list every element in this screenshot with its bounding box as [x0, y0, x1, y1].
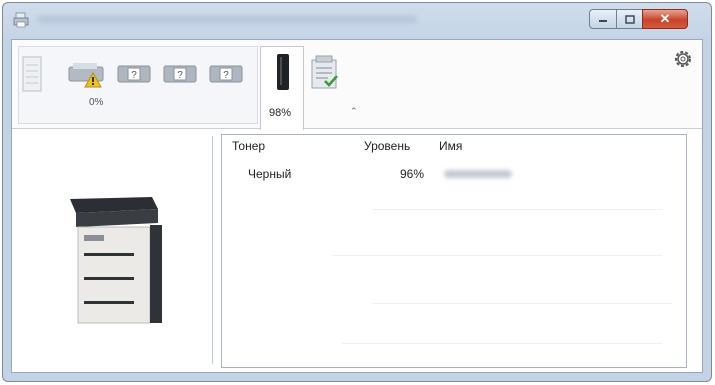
column-header-toner[interactable]: Тонер	[232, 139, 265, 153]
toner-cartridge-icon	[277, 54, 289, 90]
toner-tab[interactable]: 98%	[260, 46, 304, 130]
status-percent: 0%	[89, 97, 104, 108]
printer-status-tab[interactable]: ? ? ? 0%	[18, 46, 258, 124]
title-bar[interactable]: ✕	[3, 3, 711, 37]
svg-text:?: ?	[223, 70, 229, 81]
divider	[342, 343, 662, 344]
device-image-pane	[12, 129, 212, 372]
close-button[interactable]: ✕	[642, 9, 688, 29]
unknown-status-icon: ?	[163, 65, 197, 83]
toner-list: Тонер Уровень Имя Черный 96%	[221, 134, 687, 368]
maximize-button[interactable]	[616, 9, 643, 29]
job-list-icon	[311, 55, 338, 89]
unknown-status-icon: ?	[117, 65, 151, 83]
status-monitor-window: ✕ ? ? ? 0% 98% ⌃ Тонер Уровень Имя Черны…	[2, 2, 712, 382]
gear-icon[interactable]	[672, 48, 694, 70]
toner-level-cell: 96%	[400, 167, 425, 181]
divider	[332, 255, 662, 256]
job-list-tab[interactable]	[306, 46, 346, 124]
svg-text:?: ?	[131, 70, 137, 81]
printer-device-image	[70, 197, 162, 324]
toner-percent: 98%	[269, 107, 292, 119]
status-toolbar: ? ? ? 0% 98% ⌃	[12, 40, 702, 130]
printer-warning-icon	[68, 63, 104, 88]
column-header-name[interactable]: Имя	[439, 139, 462, 153]
toner-color-cell: Черный	[248, 167, 292, 181]
printer-app-icon	[13, 12, 29, 28]
main-panel: ? ? ? 0% 98% ⌃ Тонер Уровень Имя Черный …	[11, 39, 703, 373]
close-icon: ✕	[659, 11, 671, 26]
window-title	[37, 15, 417, 24]
expand-toolbar-button[interactable]: ⌃	[350, 106, 358, 117]
column-header-level[interactable]: Уровень	[364, 139, 410, 153]
pane-splitter[interactable]	[212, 136, 213, 364]
maximize-icon	[624, 14, 635, 24]
minimize-button[interactable]	[589, 9, 617, 29]
document-icon	[22, 56, 42, 92]
toner-name-cell	[444, 170, 512, 178]
minimize-icon	[599, 20, 607, 22]
unknown-status-icon: ?	[209, 65, 243, 83]
svg-text:?: ?	[177, 70, 183, 81]
divider	[372, 209, 662, 210]
divider	[372, 303, 672, 304]
